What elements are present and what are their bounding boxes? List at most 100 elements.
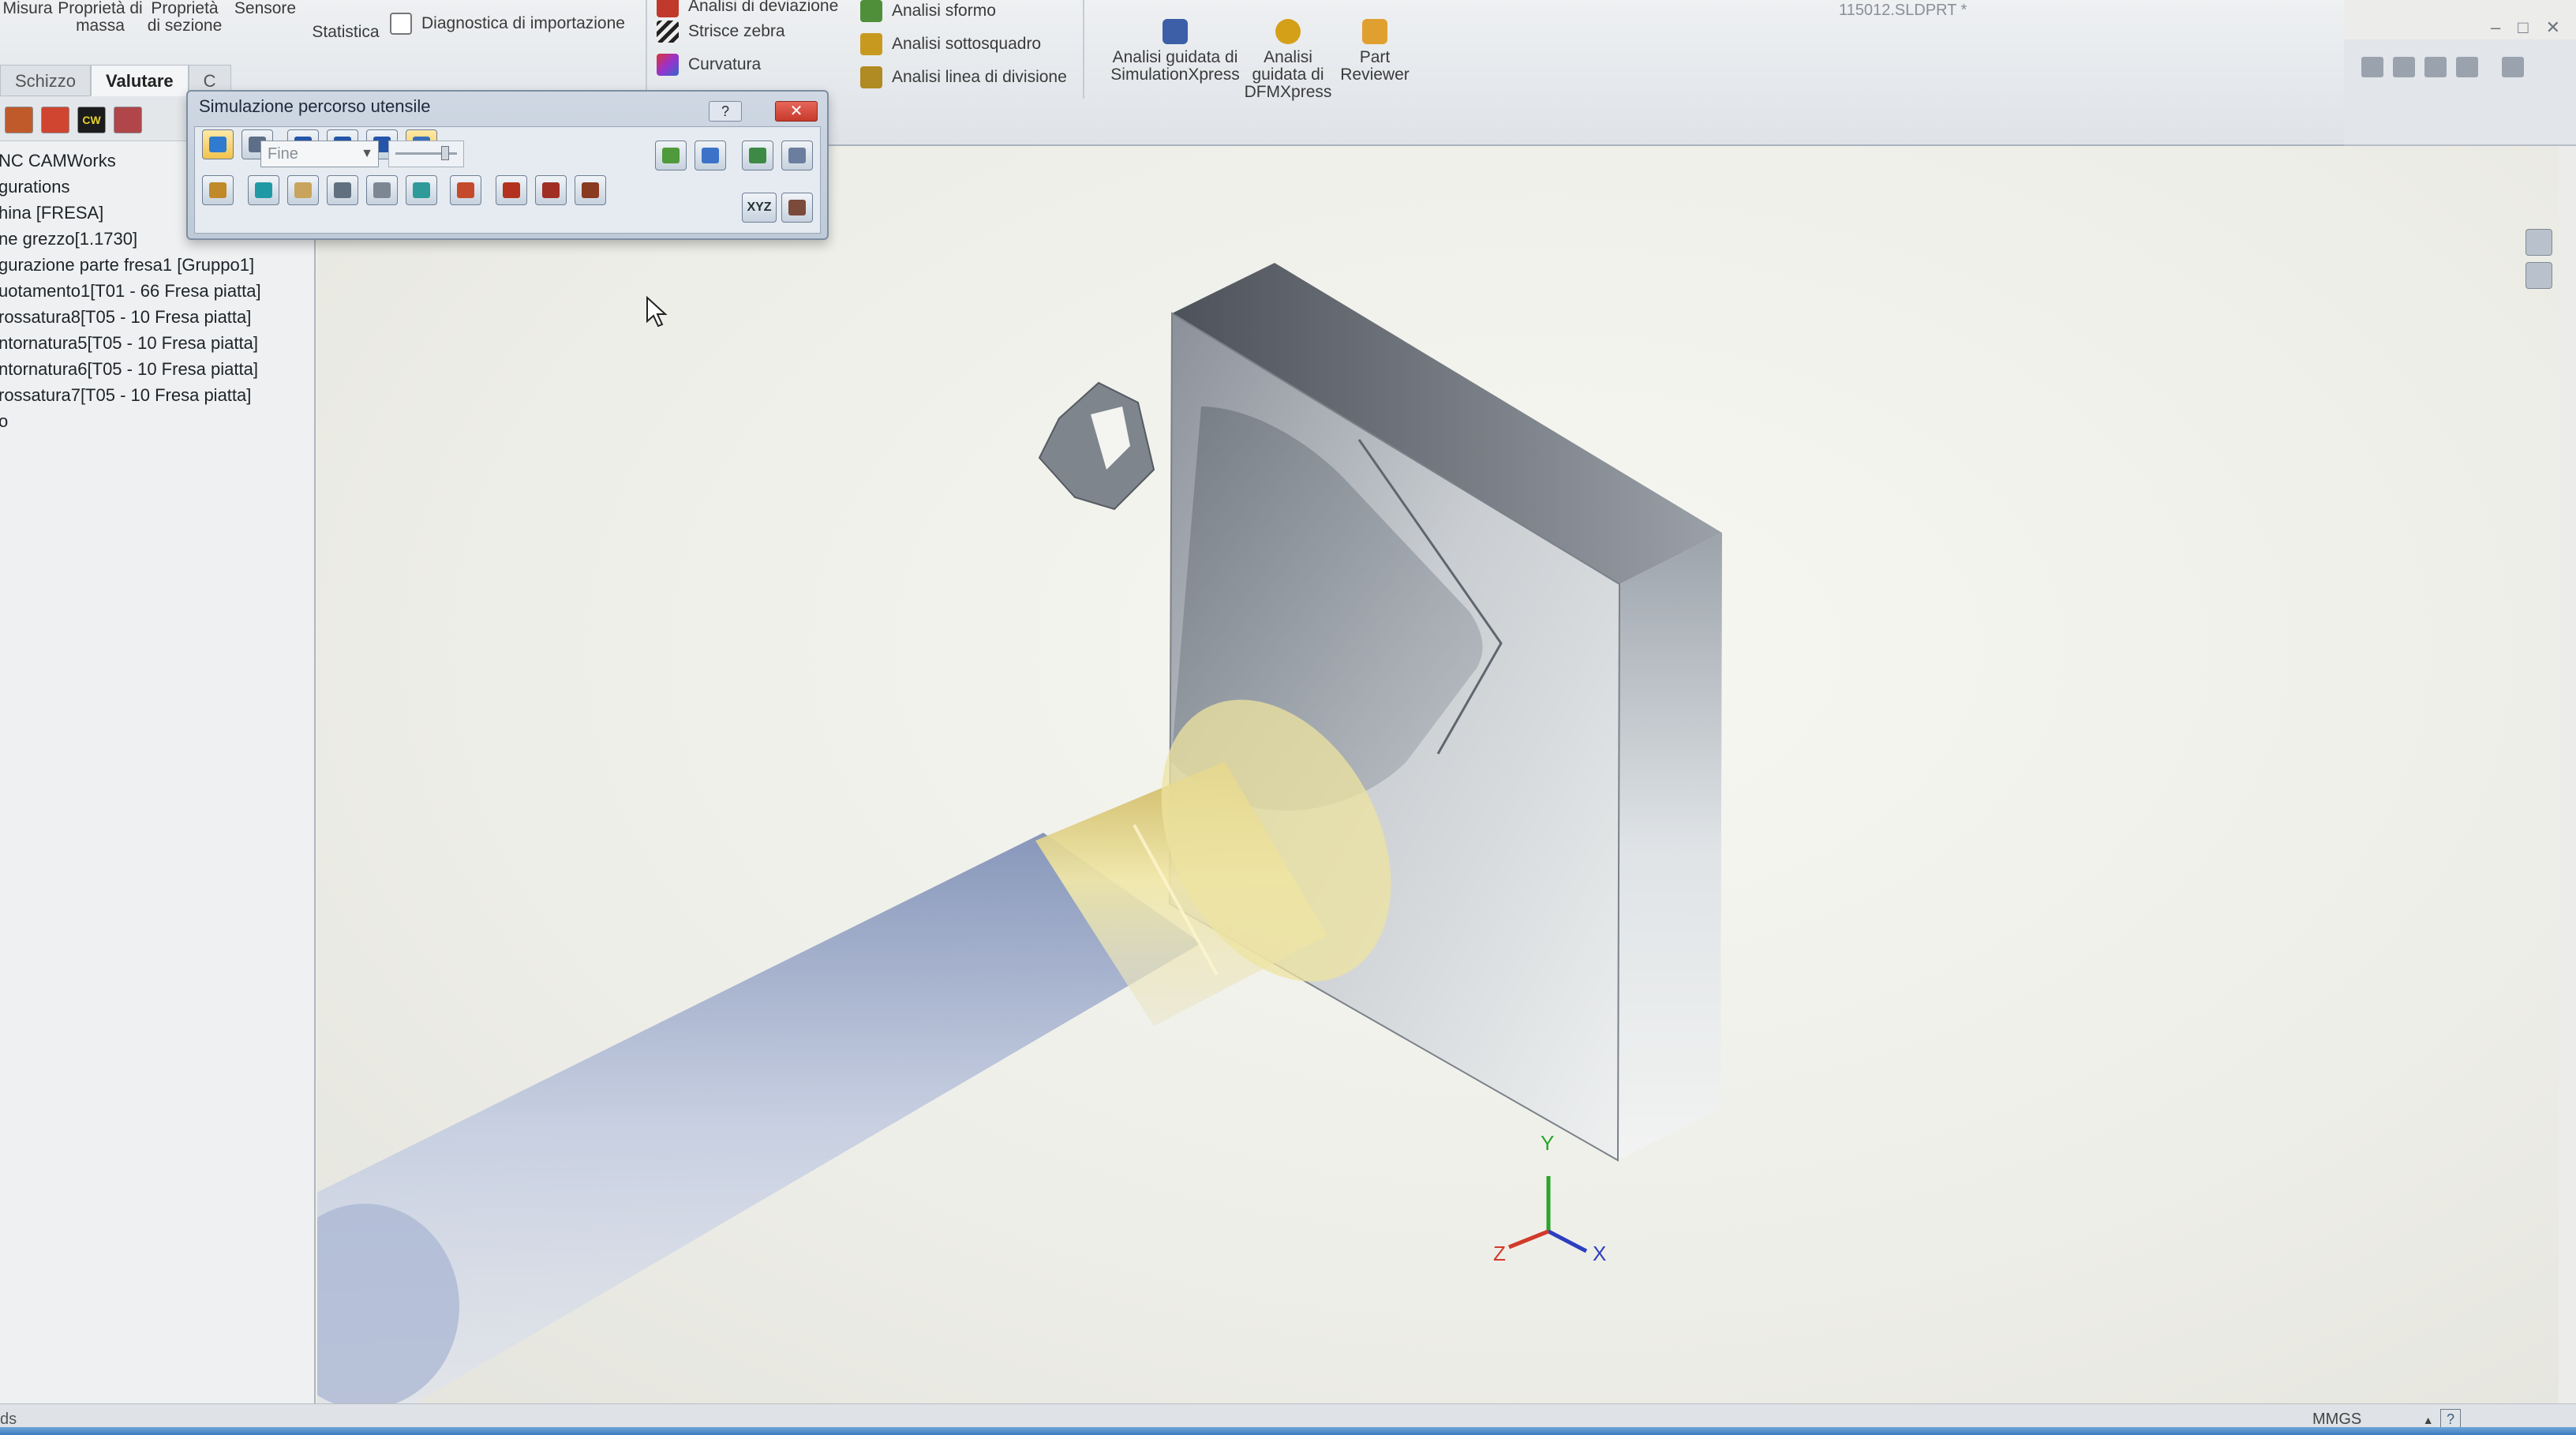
tree-item[interactable]: rossatura8[T05 - 10 Fresa piatta]: [0, 304, 314, 330]
import-diagnostics-button[interactable]: Diagnostica di importazione: [390, 13, 625, 35]
view-tool-icon[interactable]: [2393, 57, 2415, 77]
resources-icon[interactable]: [2525, 262, 2552, 289]
dfmxpress-button[interactable]: Analisi guidata di DFMXpress: [1244, 19, 1332, 101]
tree-item[interactable]: ntornatura6[T05 - 10 Fresa piatta]: [0, 356, 314, 382]
feature-tree-tab-icon[interactable]: [5, 107, 33, 133]
home-icon[interactable]: [2525, 229, 2552, 256]
tree-item[interactable]: rossatura7[T05 - 10 Fresa piatta]: [0, 382, 314, 408]
camworks-feature-tab-icon[interactable]: CW: [77, 107, 106, 133]
tree-item[interactable]: o: [0, 408, 314, 434]
x-axis-label: X: [1593, 1242, 1606, 1265]
part-reviewer-button[interactable]: Part Reviewer: [1335, 19, 1414, 84]
deviation-analysis-button[interactable]: Analisi di deviazione: [657, 0, 838, 17]
view-toolbar: [2344, 39, 2576, 146]
deviation-analysis-label: Analisi di deviazione: [688, 0, 839, 15]
property-manager-tab-icon[interactable]: [41, 107, 69, 133]
parting-line-icon: [860, 66, 882, 88]
coordinate-triad: Y X Z: [1493, 1131, 1606, 1265]
tree-item[interactable]: ntornatura5[T05 - 10 Fresa piatta]: [0, 330, 314, 356]
x-axis-line: [1547, 1229, 1588, 1253]
dialog-close-button[interactable]: ✕: [775, 101, 818, 122]
section-view-icon[interactable]: [406, 175, 437, 205]
simulationxpress-label: Analisi guidata di SimulationXpress: [1110, 48, 1240, 84]
speed-slider[interactable]: [388, 141, 464, 167]
dfmxpress-label: Analisi guidata di DFMXpress: [1244, 48, 1332, 101]
mouse-cursor-icon: [646, 295, 668, 328]
minimize-button[interactable]: –: [2491, 17, 2500, 38]
view-tool-icon[interactable]: [2424, 57, 2447, 77]
sensor-label: Sensore: [234, 0, 297, 17]
draft-analysis-label: Analisi sformo: [892, 2, 996, 20]
draft-analysis-button[interactable]: Analisi sformo: [860, 0, 996, 22]
curvature-button[interactable]: Curvatura: [657, 54, 761, 76]
unit-system[interactable]: MMGS ▲: [2312, 1411, 2434, 1429]
import-diagnostics-icon: [390, 13, 412, 35]
tree-item[interactable]: uotamento1[T01 - 66 Fresa piatta]: [0, 278, 314, 304]
status-text: ds: [0, 1411, 17, 1428]
hex-feature: [1038, 381, 1155, 511]
measure-button[interactable]: Misura: [0, 0, 55, 17]
graphics-area[interactable]: Y X Z: [317, 146, 2559, 1405]
close-window-button[interactable]: ✕: [2546, 17, 2560, 38]
show-stock-icon[interactable]: [655, 141, 687, 170]
translucent-icon[interactable]: [366, 175, 398, 205]
document-title: 115012.SLDPRT *: [1839, 2, 1968, 19]
mass-properties-button[interactable]: Proprietà di massa: [57, 0, 144, 35]
camworks-operation-tab-icon[interactable]: [114, 107, 142, 133]
xyz-button[interactable]: XYZ: [742, 193, 777, 223]
slider-thumb[interactable]: [440, 146, 449, 160]
view-tool-icon[interactable]: [2502, 57, 2524, 77]
tree-item[interactable]: gurazione parte fresa1 [Gruppo1]: [0, 252, 314, 278]
dialog-help-button[interactable]: ?: [709, 101, 742, 122]
feature-manager-panel: CW NC CAMWorks gurations hina [FRESA] ne…: [0, 99, 316, 1405]
remove-material-icon[interactable]: [575, 175, 606, 205]
section-properties-button[interactable]: Proprietà di sezione: [145, 0, 224, 35]
compare-icon[interactable]: [742, 141, 773, 170]
dfmxpress-icon: [1275, 19, 1301, 44]
simulationxpress-button[interactable]: Analisi guidata di SimulationXpress: [1108, 19, 1242, 84]
toolpath-line-icon[interactable]: [327, 175, 358, 205]
stock-shade-icon[interactable]: [248, 175, 279, 205]
draft-analysis-icon: [860, 0, 882, 22]
model-view: Y X Z: [317, 263, 1722, 1405]
simulation-speed-select[interactable]: Fine ▼: [260, 141, 379, 167]
y-axis-label: Y: [1541, 1131, 1554, 1155]
deviation-analysis-icon: [657, 0, 679, 17]
os-taskbar: [0, 1427, 2576, 1435]
zebra-stripes-button[interactable]: Strisce zebra: [657, 21, 785, 43]
chevron-up-icon: ▲: [2422, 1414, 2434, 1426]
tool-holder-icon[interactable]: [287, 175, 319, 205]
part-reviewer-label: Part Reviewer: [1340, 48, 1410, 84]
collision-check-icon[interactable]: [535, 175, 567, 205]
tool-display-icon[interactable]: [202, 175, 234, 205]
simulationxpress-icon: [1163, 19, 1188, 44]
show-part-icon[interactable]: [695, 141, 726, 170]
save-simulation-icon[interactable]: [781, 141, 813, 170]
options-icon[interactable]: [781, 193, 813, 223]
part-reviewer-icon: [1362, 19, 1387, 44]
statistics-label: Statistica: [312, 23, 380, 41]
gouge-check-icon[interactable]: [496, 175, 527, 205]
tab-sketch[interactable]: Schizzo: [0, 65, 92, 96]
sensor-button[interactable]: Sensore: [229, 0, 301, 17]
view-tool-icon[interactable]: [2361, 57, 2383, 77]
statistics-button[interactable]: Statistica: [306, 24, 385, 41]
tab-evaluate[interactable]: Valutare: [91, 65, 189, 96]
maximize-button[interactable]: □: [2518, 17, 2528, 38]
run-simulation-icon[interactable]: [202, 129, 234, 159]
color-by-tool-icon[interactable]: [450, 175, 481, 205]
ribbon-separator: [1083, 0, 1084, 99]
undercut-analysis-button[interactable]: Analisi sottosquadro: [860, 33, 1041, 55]
zebra-stripes-icon: [657, 21, 679, 43]
z-axis-line: [1508, 1229, 1549, 1250]
task-pane-tabs: [2525, 229, 2557, 300]
measure-label: Misura: [2, 0, 53, 17]
speed-value: Fine: [268, 145, 298, 163]
view-tool-icon[interactable]: [2456, 57, 2478, 77]
window-controls: – □ ✕: [2491, 17, 2560, 38]
stock-right-face[interactable]: [1618, 533, 1722, 1160]
zebra-stripes-label: Strisce zebra: [688, 22, 785, 40]
undercut-analysis-label: Analisi sottosquadro: [892, 35, 1042, 53]
xyz-label: XYZ: [747, 200, 772, 214]
parting-line-button[interactable]: Analisi linea di divisione: [860, 66, 1067, 88]
